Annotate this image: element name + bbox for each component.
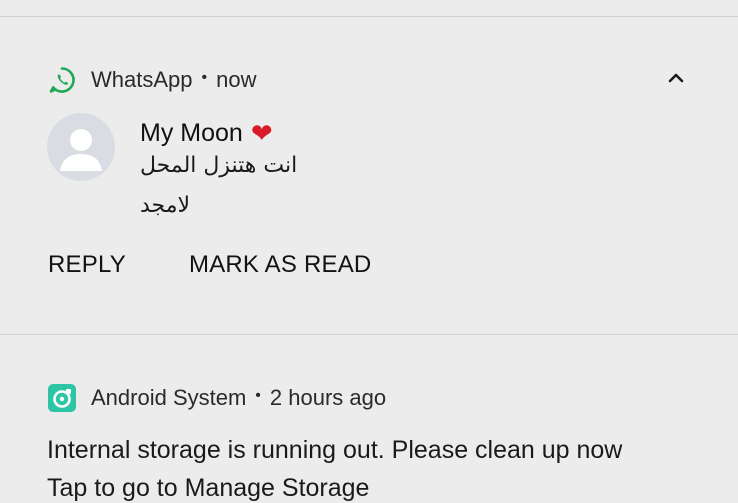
message-line-2: لامجد xyxy=(140,193,191,218)
chevron-up-icon[interactable] xyxy=(664,66,688,90)
notification-header: Android System • 2 hours ago xyxy=(48,383,386,413)
message-line-1: انت هتنزل المحل xyxy=(140,153,298,178)
notification-title: Internal storage is running out. Please … xyxy=(47,436,623,464)
notification-header: WhatsApp • now xyxy=(48,65,256,95)
app-name: WhatsApp xyxy=(91,67,193,92)
whatsapp-icon xyxy=(48,66,76,94)
app-name: Android System xyxy=(91,385,247,410)
person-avatar-icon xyxy=(60,129,102,171)
notification-time: 2 hours ago xyxy=(269,385,387,410)
android-system-notification[interactable]: Android System • 2 hours ago Internal st… xyxy=(0,335,738,502)
separator-dot: • xyxy=(201,69,208,86)
mark-as-read-button[interactable]: MARK AS READ xyxy=(189,251,371,279)
sender-name: My Moon ❤ xyxy=(140,116,273,150)
separator-dot: • xyxy=(255,387,261,404)
sender-label: My Moon xyxy=(140,118,243,147)
whatsapp-notification[interactable]: WhatsApp • now My Moon ❤ انت هتنزل المحل… xyxy=(0,17,738,334)
notification-text: Tap to go to Manage Storage xyxy=(47,474,370,502)
avatar xyxy=(47,113,115,181)
heart-emoji: ❤ xyxy=(250,117,273,148)
storage-cleaner-icon xyxy=(48,384,76,412)
reply-button[interactable]: REPLY xyxy=(48,251,126,279)
notification-time: now xyxy=(216,67,257,92)
